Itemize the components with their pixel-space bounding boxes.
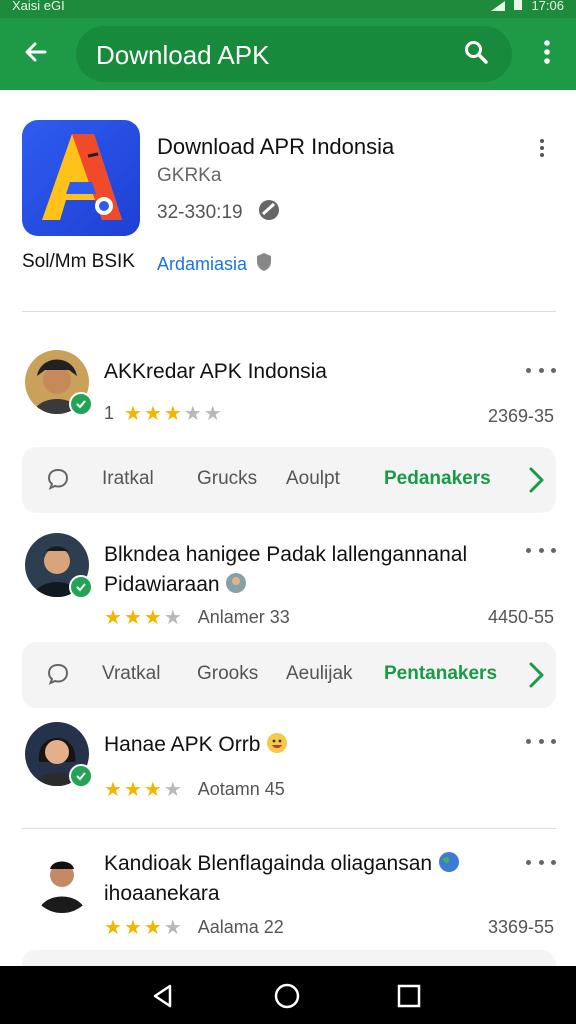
- star-icon: ★: [123, 778, 142, 801]
- star-icon: ★: [143, 778, 162, 801]
- review-author-line1: Blkndea hanigee Padak lallengannanal: [104, 543, 468, 566]
- search-bar[interactable]: Download APK: [76, 26, 512, 82]
- action-item[interactable]: Aeulijak: [286, 663, 353, 685]
- review-more-button[interactable]: [526, 540, 556, 560]
- app-size: Sol/Mm BSIK: [22, 251, 135, 272]
- star-icon: ★: [123, 606, 142, 629]
- review-more-button[interactable]: [526, 731, 556, 751]
- star-icon: ★: [163, 606, 182, 629]
- review-text: Aotamn 45: [197, 779, 285, 799]
- page-title: Download APK: [96, 40, 270, 70]
- emoji-icon: [266, 733, 288, 756]
- avatar[interactable]: [25, 533, 93, 599]
- search-icon: [463, 39, 489, 70]
- star-icon: ★: [163, 402, 182, 425]
- nav-recents-icon[interactable]: [396, 983, 422, 1009]
- more-vert-icon: [543, 39, 551, 70]
- review-action-bar-partial: [22, 950, 556, 966]
- back-arrow-icon: [23, 39, 49, 70]
- review-author: AKKredar APK Indonsia: [104, 360, 327, 383]
- chevron-right-icon[interactable]: [526, 661, 546, 689]
- verified-badge-icon: [69, 575, 93, 599]
- divider: [22, 311, 556, 312]
- action-item[interactable]: Aoulpt: [286, 468, 340, 490]
- app-category-link[interactable]: Ardamiasia: [157, 252, 273, 277]
- review-author-line1: Hanae APK Orrb: [104, 733, 261, 756]
- star-icon: ★: [104, 606, 122, 629]
- system-nav-bar: [0, 966, 576, 1024]
- review-action-bar: Iratkal Grucks Aoulpt Pedanakers: [22, 447, 556, 513]
- chevron-right-icon[interactable]: [526, 466, 546, 494]
- star-icon: ★: [203, 402, 222, 425]
- review-rating: 1 ★ ★ ★ ★ ★: [104, 403, 222, 424]
- emoji-icon: [438, 852, 460, 875]
- overflow-menu-button[interactable]: [532, 36, 562, 72]
- app-meta: 32-330:19: [157, 198, 281, 228]
- rating-number: 1: [104, 403, 115, 423]
- star-icon: ★: [183, 402, 202, 425]
- action-primary[interactable]: Pentanakers: [384, 663, 497, 685]
- search-button[interactable]: [460, 38, 492, 70]
- chat-bubble-icon[interactable]: [46, 662, 72, 688]
- app-icon[interactable]: [22, 120, 140, 236]
- star-icon: ★: [104, 778, 122, 801]
- app-meta-text: 32-330:19: [157, 202, 243, 223]
- star-icon: ★: [163, 778, 182, 801]
- review-more-button[interactable]: [526, 360, 556, 380]
- back-button[interactable]: [18, 36, 54, 72]
- avatar[interactable]: [25, 722, 93, 788]
- globe-icon: [257, 198, 281, 228]
- action-item[interactable]: Vratkal: [102, 663, 160, 685]
- review-rating: ★ ★ ★ ★ Aalama 22: [104, 917, 284, 938]
- app-more-button[interactable]: [530, 136, 554, 160]
- verified-badge-icon: [69, 764, 93, 788]
- review-date: 4450-55: [487, 607, 554, 627]
- nav-home-icon[interactable]: [274, 983, 300, 1009]
- review-author: Hanae APK Orrb: [104, 730, 514, 760]
- divider: [22, 828, 556, 829]
- review-date: 2369-35: [487, 406, 554, 426]
- status-carrier-text: Xaisi eGI: [12, 0, 65, 13]
- review-author: Blkndea hanigee Padak lallengannanal Pid…: [104, 540, 514, 600]
- status-time: 17:06: [531, 0, 564, 13]
- star-icon: ★: [124, 402, 142, 425]
- review-rating: ★ ★ ★ ★ Anlamer 33: [104, 607, 290, 628]
- review-author-line2: ihoaanekara: [104, 882, 220, 905]
- star-icon: ★: [143, 606, 162, 629]
- battery-icon: [513, 0, 523, 14]
- action-primary[interactable]: Pedanakers: [384, 468, 491, 490]
- review-text: Aalama 22: [197, 917, 284, 937]
- avatar[interactable]: [30, 849, 94, 913]
- star-icon: ★: [163, 916, 182, 939]
- star-icon: ★: [123, 916, 142, 939]
- review-action-bar: Vratkal Grooks Aeulijak Pentanakers: [22, 642, 556, 708]
- signal-icon: [491, 0, 506, 14]
- chat-bubble-icon[interactable]: [46, 467, 72, 493]
- verified-badge-icon: [69, 392, 93, 416]
- avatar[interactable]: [25, 350, 93, 416]
- app-developer[interactable]: GKRKa: [157, 165, 221, 187]
- review-date: 3369-55: [487, 917, 554, 937]
- review-more-button[interactable]: [526, 852, 556, 872]
- emoji-icon: [225, 573, 247, 596]
- review-rating: ★ ★ ★ ★ Aotamn 45: [104, 779, 285, 800]
- app-link-text: Ardamiasia: [157, 254, 248, 274]
- review-author: Kandioak Blenflagainda oliagansan ihoaan…: [104, 849, 514, 909]
- star-icon: ★: [104, 916, 122, 939]
- star-icon: ★: [143, 916, 162, 939]
- app-bar: Download APK: [0, 18, 576, 90]
- review-author-line1: Kandioak Blenflagainda oliagansan: [104, 852, 433, 875]
- action-item[interactable]: Grucks: [197, 468, 257, 490]
- review-author-line2: Pidawiaraan: [104, 573, 220, 596]
- status-bar: Xaisi eGI 17:06: [0, 0, 576, 18]
- app-title: Download APR Indonsia: [157, 134, 395, 159]
- review-text: Anlamer 33: [197, 607, 290, 627]
- star-icon: ★: [143, 402, 162, 425]
- shield-icon: [255, 252, 273, 277]
- nav-back-icon[interactable]: [150, 983, 176, 1009]
- action-item[interactable]: Grooks: [197, 663, 258, 685]
- action-item[interactable]: Iratkal: [102, 468, 154, 490]
